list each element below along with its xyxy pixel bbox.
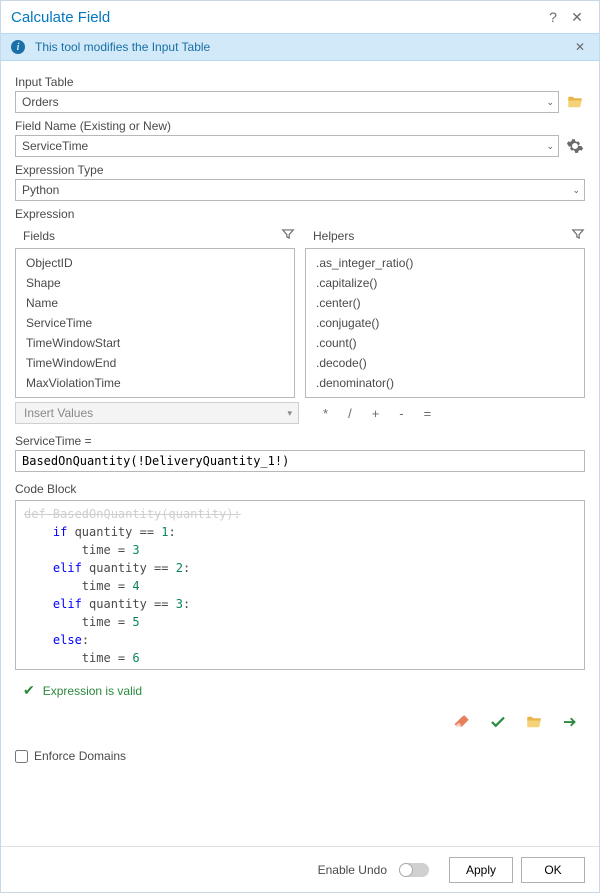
apply-button[interactable]: Apply <box>449 857 513 883</box>
operator-button[interactable]: = <box>420 406 436 421</box>
erase-button[interactable] <box>453 713 471 731</box>
fields-label: Fields <box>15 229 281 243</box>
code-block-editor[interactable]: def BasedOnQuantity(quantity): if quanti… <box>15 500 585 670</box>
field-item[interactable]: ServiceTime <box>16 313 294 333</box>
info-text: This tool modifies the Input Table <box>35 40 571 54</box>
open-file-button[interactable] <box>525 713 543 731</box>
field-item[interactable]: ObjectID <box>16 253 294 273</box>
field-name-value: ServiceTime <box>22 139 88 153</box>
helpers-label: Helpers <box>305 229 571 243</box>
input-table-value: Orders <box>22 95 59 109</box>
info-icon: i <box>11 40 25 54</box>
dialog-title: Calculate Field <box>11 9 541 26</box>
operators-row: * / +-= <box>309 406 585 421</box>
enforce-domains-label: Enforce Domains <box>34 749 126 763</box>
titlebar: Calculate Field ? ✕ <box>1 1 599 33</box>
help-button[interactable]: ? <box>541 9 565 25</box>
helper-item[interactable]: .denominator() <box>306 373 584 393</box>
field-item[interactable]: TimeWindowStart <box>16 333 294 353</box>
dialog-body: Input Table Orders ⌄ Field Name (Existin… <box>1 61 599 846</box>
input-table-label: Input Table <box>15 75 585 89</box>
check-icon: ✔ <box>23 682 35 699</box>
export-button[interactable] <box>561 713 579 731</box>
validate-button[interactable] <box>489 713 507 731</box>
info-bar: i This tool modifies the Input Table ✕ <box>1 33 599 61</box>
operator-button[interactable]: / <box>344 406 356 421</box>
expression-type-label: Expression Type <box>15 163 585 177</box>
helper-item[interactable]: .center() <box>306 293 584 313</box>
field-item[interactable]: Shape <box>16 273 294 293</box>
field-settings-button[interactable] <box>565 136 585 156</box>
fields-filter-button[interactable] <box>281 227 295 244</box>
helper-item[interactable]: .count() <box>306 333 584 353</box>
expression-section-label: Expression <box>15 207 585 221</box>
helpers-listbox[interactable]: .as_integer_ratio().capitalize().center(… <box>305 248 585 398</box>
validation-text: Expression is valid <box>43 684 142 698</box>
enable-undo-toggle[interactable] <box>399 863 429 877</box>
field-item[interactable]: Name <box>16 293 294 313</box>
enforce-domains-checkbox[interactable] <box>15 750 28 763</box>
input-table-dropdown[interactable]: Orders ⌄ <box>15 91 559 113</box>
validation-row: ✔ Expression is valid <box>15 682 585 699</box>
insert-values-label: Insert Values <box>24 406 93 420</box>
field-item[interactable]: TimeWindowEnd <box>16 353 294 373</box>
fields-listbox[interactable]: ObjectIDShapeNameServiceTimeTimeWindowSt… <box>15 248 295 398</box>
chevron-down-icon: ⌄ <box>546 141 554 152</box>
expression-type-value: Python <box>22 183 59 197</box>
helper-item[interactable]: .conjugate() <box>306 313 584 333</box>
expression-type-dropdown[interactable]: Python ⌄ <box>15 179 585 201</box>
helper-item[interactable]: .as_integer_ratio() <box>306 253 584 273</box>
info-close-button[interactable]: ✕ <box>571 40 589 54</box>
helper-item[interactable]: .capitalize() <box>306 273 584 293</box>
helpers-filter-button[interactable] <box>571 227 585 244</box>
field-name-dropdown[interactable]: ServiceTime ⌄ <box>15 135 559 157</box>
calculate-field-dialog: Calculate Field ? ✕ i This tool modifies… <box>0 0 600 893</box>
dialog-footer: Enable Undo Apply OK <box>1 846 599 892</box>
chevron-down-icon: ⌄ <box>572 185 580 196</box>
close-button[interactable]: ✕ <box>565 9 589 26</box>
expression-input[interactable] <box>15 450 585 472</box>
insert-values-dropdown[interactable]: Insert Values ▾ <box>15 402 299 424</box>
helper-item[interactable]: .decode() <box>306 353 584 373</box>
chevron-down-icon: ▾ <box>287 408 292 419</box>
operator-button[interactable]: * <box>319 406 332 421</box>
chevron-down-icon: ⌄ <box>546 97 554 108</box>
field-item[interactable]: MaxViolationTime <box>16 373 294 393</box>
enable-undo-label: Enable Undo <box>318 863 387 877</box>
code-block-label: Code Block <box>15 482 585 496</box>
operator-button[interactable]: - <box>395 406 407 421</box>
browse-folder-button[interactable] <box>565 92 585 112</box>
expression-lhs-label: ServiceTime = <box>15 434 585 448</box>
field-name-label: Field Name (Existing or New) <box>15 119 585 133</box>
operator-button[interactable]: + <box>368 406 384 421</box>
ok-button[interactable]: OK <box>521 857 585 883</box>
